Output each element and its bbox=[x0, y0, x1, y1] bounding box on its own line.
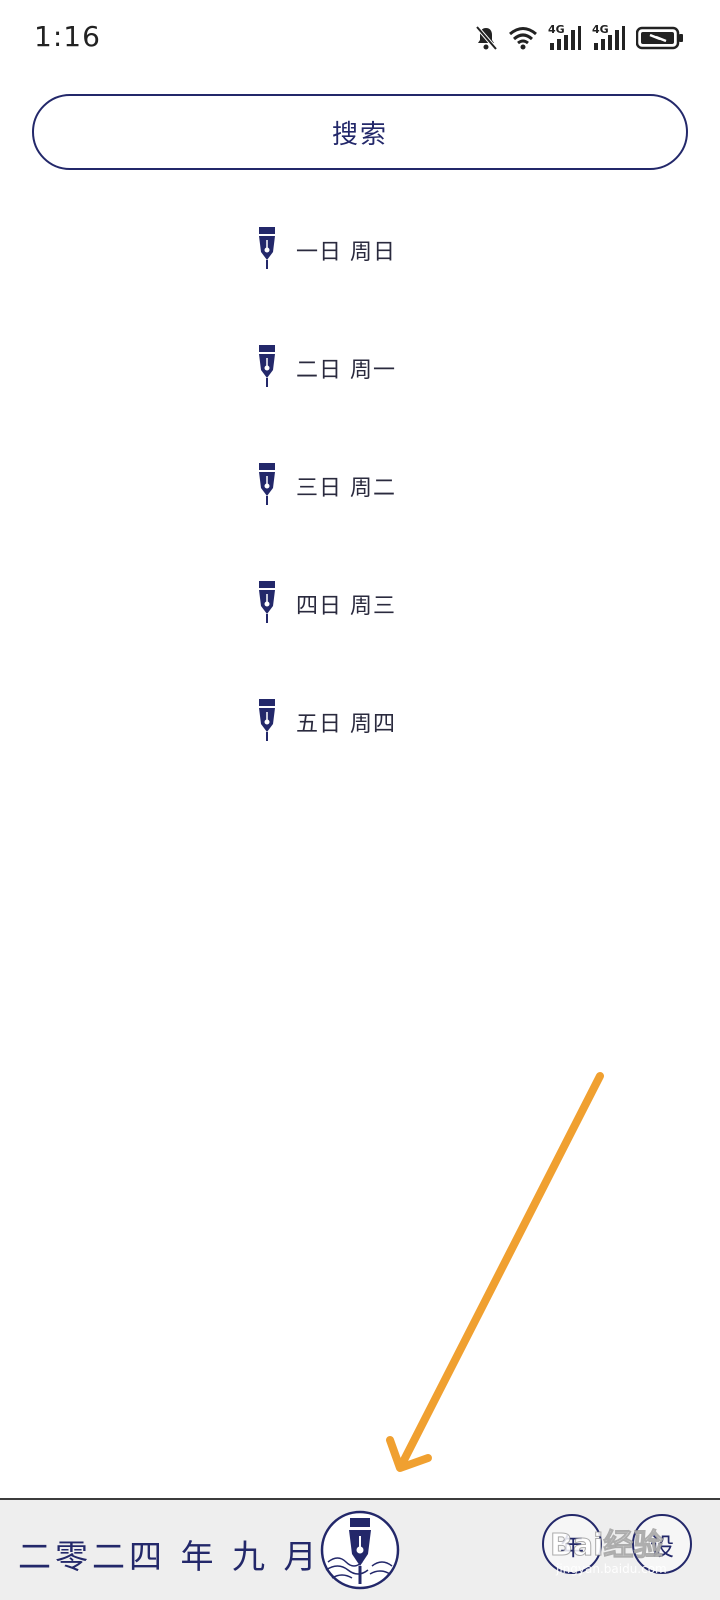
fountain-pen-emblem-icon bbox=[320, 1510, 400, 1594]
status-icons: 4G 4G bbox=[474, 23, 684, 52]
list-item[interactable]: 五日 周四 bbox=[256, 694, 396, 750]
mute-bell-icon bbox=[474, 25, 498, 51]
fountain-pen-icon bbox=[256, 698, 278, 746]
search-label: 搜索 bbox=[331, 119, 388, 150]
wifi-icon bbox=[508, 26, 538, 50]
status-bar: 1:16 4G 4G bbox=[0, 0, 720, 78]
battery-charging-icon bbox=[636, 26, 684, 50]
list-item-label: 五日 周四 bbox=[296, 712, 396, 737]
list-item-label: 二日 周一 bbox=[296, 358, 396, 383]
4g-signal-icon: 4G bbox=[548, 23, 582, 51]
new-entry-button[interactable] bbox=[320, 1510, 400, 1590]
list-item[interactable]: 四日 周三 bbox=[256, 576, 396, 632]
current-month-label[interactable]: 二零二四 年 九 月 bbox=[18, 1530, 320, 1578]
year-view-button[interactable]: 年 bbox=[542, 1514, 602, 1574]
list-item[interactable]: 一日 周日 bbox=[256, 222, 396, 278]
fountain-pen-icon bbox=[256, 580, 278, 628]
list-item-label: 三日 周二 bbox=[296, 476, 396, 501]
fountain-pen-icon bbox=[256, 344, 278, 392]
bottom-bar: 二零二四 年 九 月 年 设 bbox=[0, 1498, 720, 1600]
settings-label: 设 bbox=[650, 1532, 674, 1561]
list-item-label: 四日 周三 bbox=[296, 594, 396, 619]
fountain-pen-icon bbox=[256, 462, 278, 510]
list-item-label: 一日 周日 bbox=[296, 240, 396, 265]
status-time: 1:16 bbox=[34, 20, 101, 53]
year-view-label: 年 bbox=[560, 1532, 584, 1561]
list-item[interactable]: 三日 周二 bbox=[256, 458, 396, 514]
list-item[interactable]: 二日 周一 bbox=[256, 340, 396, 396]
fountain-pen-icon bbox=[256, 226, 278, 274]
settings-button[interactable]: 设 bbox=[632, 1514, 692, 1574]
search-bar[interactable]: 搜索 bbox=[32, 94, 688, 170]
4g-signal-icon: 4G bbox=[592, 23, 626, 51]
